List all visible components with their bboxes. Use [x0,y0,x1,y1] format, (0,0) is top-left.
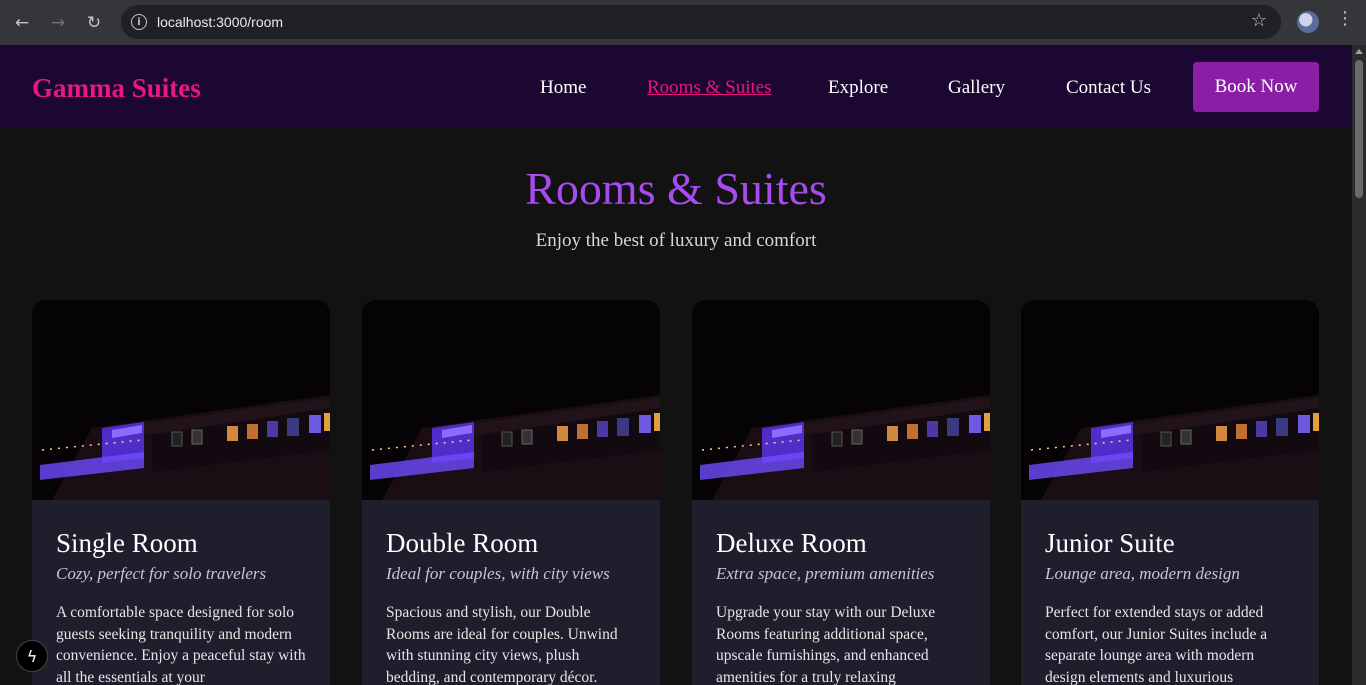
back-icon[interactable]: ← [4,5,40,41]
site-header: Gamma Suites Home Rooms & Suites Explore… [0,45,1352,128]
room-name: Deluxe Room [716,528,867,558]
book-now-button[interactable]: Book Now [1193,62,1319,112]
nav-home[interactable]: Home [540,77,586,99]
room-image [362,300,660,500]
url-text[interactable]: localhost:3000/room [157,14,283,30]
room-description: Perfect for extended stays or added comf… [1045,604,1268,685]
page-title: Rooms & Suites [525,163,827,214]
nav-explore[interactable]: Explore [828,77,888,99]
room-tagline: Cozy, perfect for solo travelers [56,564,267,583]
room-card-body: Junior Suite Lounge area, modern design … [1021,500,1319,685]
scroll-up-arrow-icon[interactable] [1355,49,1363,54]
room-description: Upgrade your stay with our Deluxe Rooms … [716,604,936,685]
room-card-body: Deluxe Room Extra space, premium ameniti… [692,500,990,685]
scrollbar-thumb[interactable] [1355,60,1363,198]
rooms-section: Rooms & Suites Enjoy the best of luxury … [0,128,1352,685]
profile-avatar[interactable] [1297,11,1319,33]
nav-contact-us[interactable]: Contact Us [1066,77,1151,99]
browser-toolbar: ← → ↻ i localhost:3000/room ☆ ⋮ [0,0,1366,45]
nav-rooms-suites[interactable]: Rooms & Suites [647,77,772,99]
page-subtitle: Enjoy the best of luxury and comfort [535,230,817,251]
room-image [692,300,990,500]
room-image [1021,300,1319,500]
room-name: Double Room [386,528,539,558]
room-card-single[interactable]: Single Room Cozy, perfect for solo trave… [32,300,330,685]
reload-icon[interactable]: ↻ [76,5,112,41]
address-bar[interactable]: i localhost:3000/room ☆ [121,5,1281,39]
site-logo[interactable]: Gamma Suites [32,73,201,104]
forward-icon[interactable]: → [40,5,76,41]
room-card-body: Single Room Cozy, perfect for solo trave… [32,500,330,685]
page-scrollbar[interactable] [1352,45,1366,685]
browser-menu-icon[interactable]: ⋮ [1336,8,1354,29]
room-name: Single Room [56,528,198,558]
room-card-body: Double Room Ideal for couples, with city… [362,500,660,685]
room-description: Spacious and stylish, our Double Rooms a… [386,604,618,685]
room-card-junior-suite[interactable]: Junior Suite Lounge area, modern design … [1021,300,1319,685]
dev-tools-lightning-icon[interactable]: ϟ [16,640,48,672]
room-name: Junior Suite [1045,528,1175,558]
room-tagline: Lounge area, modern design [1045,564,1240,583]
room-tagline: Extra space, premium amenities [716,564,935,583]
nav-gallery[interactable]: Gallery [948,77,1005,99]
bookmark-star-icon[interactable]: ☆ [1251,10,1267,31]
room-card-double[interactable]: Double Room Ideal for couples, with city… [362,300,660,685]
room-image [32,300,330,500]
site-info-icon[interactable]: i [131,14,147,30]
room-card-deluxe[interactable]: Deluxe Room Extra space, premium ameniti… [692,300,990,685]
room-tagline: Ideal for couples, with city views [386,564,610,583]
room-description: A comfortable space designed for solo gu… [56,604,306,685]
